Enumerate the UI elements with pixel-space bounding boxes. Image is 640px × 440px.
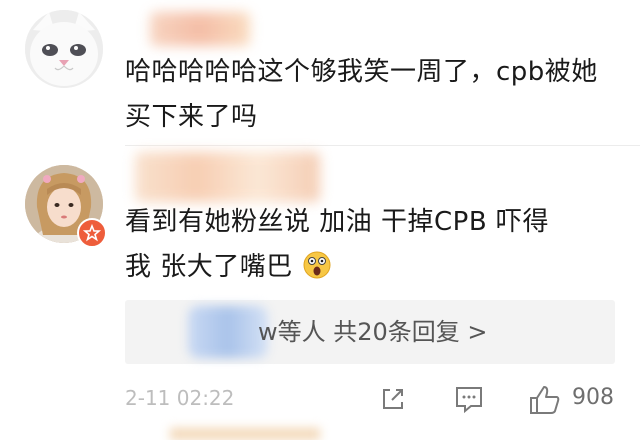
- comment-footer: 2-11 02:22 908: [0, 370, 640, 430]
- shocked-face-emoji-icon: [302, 250, 332, 280]
- thumbs-up-icon[interactable]: [528, 384, 562, 420]
- comment-text-line-1: 看到有她粉丝说 加油 干掉CPB 吓得: [125, 207, 549, 237]
- blurred-username: [135, 152, 320, 202]
- like-count: 908: [572, 385, 614, 410]
- replies-count-text[interactable]: w等人 共20条回复 >: [258, 314, 488, 350]
- blurred-username: [150, 12, 250, 46]
- blurred-next-username: [170, 428, 320, 440]
- share-icon[interactable]: [378, 384, 408, 418]
- comment-text-line-2: 我 张大了嘴巴: [125, 245, 615, 290]
- divider: [125, 145, 640, 146]
- timestamp: 2-11 02:22: [125, 386, 235, 410]
- comment-icon[interactable]: [453, 384, 485, 418]
- avatar[interactable]: [25, 10, 103, 88]
- comment-text: 哈哈哈哈哈这个够我笑一周了，cpb被她买下来了吗: [125, 57, 598, 132]
- white-cat-avatar-icon: [25, 10, 103, 88]
- blurred-reply-names: [188, 306, 268, 358]
- replies-box[interactable]: w等人 共20条回复 >: [125, 300, 615, 364]
- comment-text-span: 我 张大了嘴巴: [125, 252, 293, 282]
- star-badge-icon: [77, 218, 107, 248]
